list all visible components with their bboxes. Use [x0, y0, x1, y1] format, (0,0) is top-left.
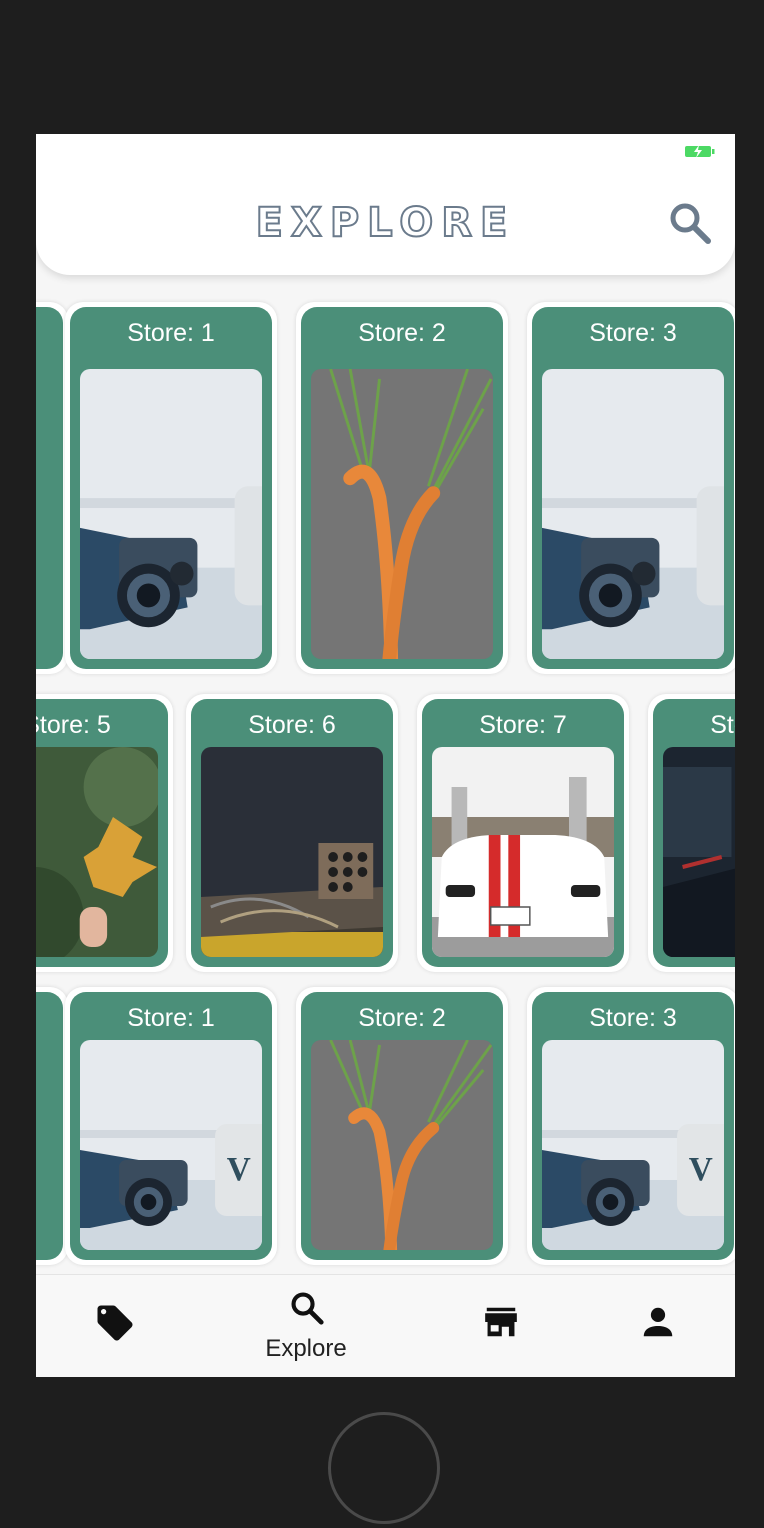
nav-item-explore[interactable]: Explore	[248, 1275, 364, 1377]
store-card[interactable]: Store: 5	[36, 694, 173, 972]
store-photo	[311, 1040, 493, 1250]
nav-item-tags[interactable]	[56, 1275, 172, 1377]
app-screen: EXPLORE Store: 1 Store: 2 Store: 3 tore:…	[36, 134, 735, 1377]
svg-text:V: V	[689, 1151, 713, 1188]
store-card[interactable]: Store: 1 V	[65, 987, 277, 1265]
page-title: EXPLORE	[255, 199, 516, 247]
store-photo	[201, 747, 383, 957]
store-label: Store: 5	[36, 711, 111, 739]
nav-item-store[interactable]	[444, 1275, 560, 1377]
nav-label-explore: Explore	[265, 1335, 347, 1362]
store-label: Store: 2	[358, 1004, 446, 1032]
store-label: Store: 1	[127, 1004, 215, 1032]
store-photo	[80, 369, 262, 659]
store-photo: V	[542, 1040, 724, 1250]
store-card[interactable]: Store: 2	[296, 302, 508, 674]
store-photo	[311, 369, 493, 659]
device-home-button[interactable]	[328, 1412, 440, 1524]
store-card-partial[interactable]	[36, 302, 68, 674]
svg-text:V: V	[227, 1151, 251, 1188]
store-label: Store: 3	[589, 1004, 677, 1032]
store-photo	[663, 747, 735, 957]
store-photo	[36, 747, 158, 957]
store-card[interactable]: Store: 8	[648, 694, 735, 972]
store-card[interactable]: Store: 2	[296, 987, 508, 1265]
store-label: Store: 3	[589, 319, 677, 347]
battery-charging-icon	[685, 145, 715, 158]
store-label: Store: 6	[248, 711, 336, 739]
search-icon	[291, 1292, 324, 1325]
store-label: Store: 7	[479, 711, 567, 739]
store-card[interactable]: Store: 6	[186, 694, 398, 972]
header-search-icon[interactable]	[667, 200, 713, 246]
store-card[interactable]: Store: 3 V	[527, 987, 735, 1265]
app-header: EXPLORE	[36, 134, 735, 275]
store-photo	[432, 747, 614, 957]
store-icon	[485, 1307, 517, 1337]
store-label: Store: 2	[358, 319, 446, 347]
nav-item-profile[interactable]	[599, 1275, 715, 1377]
store-card[interactable]: Store: 7	[417, 694, 629, 972]
bottom-nav: Explore	[36, 1274, 735, 1377]
store-photo: V	[80, 1040, 262, 1250]
store-label: Store: 1	[127, 319, 215, 347]
store-label: Store: 8	[710, 711, 735, 739]
tag-icon	[97, 1305, 133, 1341]
store-card-partial[interactable]	[36, 987, 68, 1265]
store-photo	[542, 369, 724, 659]
person-icon	[643, 1307, 673, 1337]
store-card[interactable]: Store: 1	[65, 302, 277, 674]
store-card[interactable]: Store: 3	[527, 302, 735, 674]
